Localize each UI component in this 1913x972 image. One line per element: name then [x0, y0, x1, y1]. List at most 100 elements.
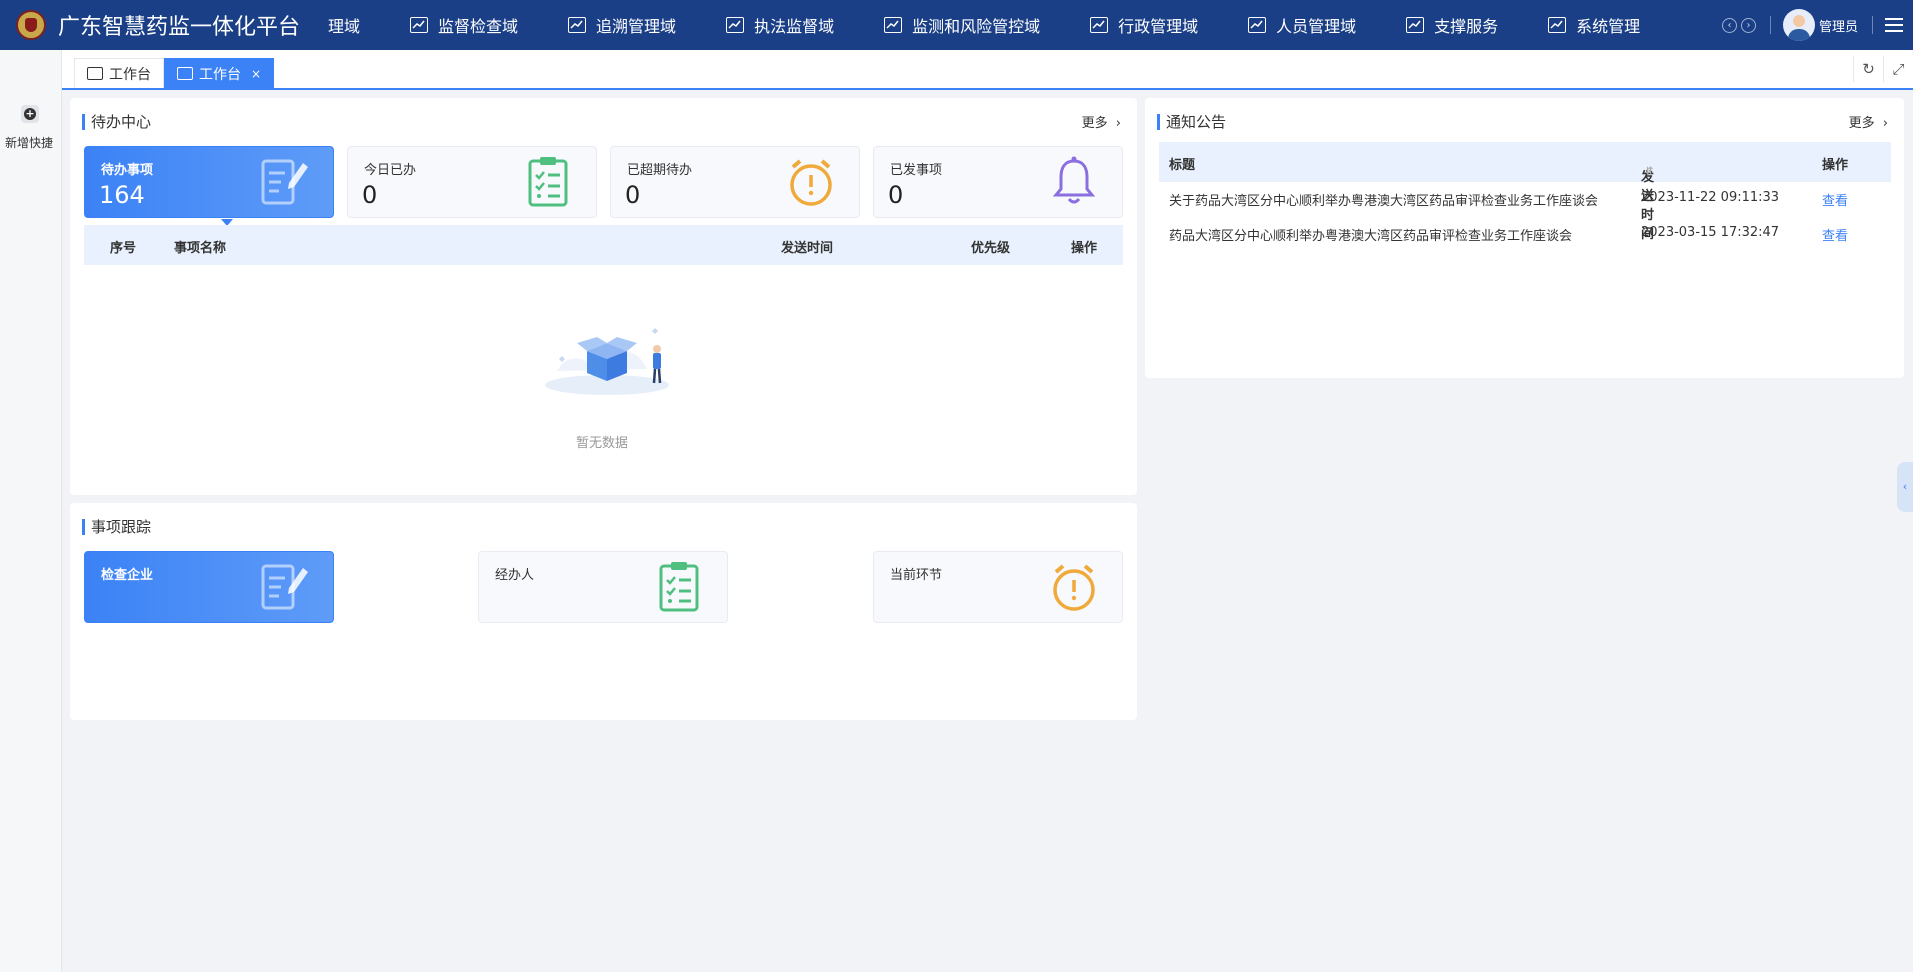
column-header: 操作 — [1071, 241, 1098, 256]
todo-center-panel: 待办中心 更多 › 待办事项 164 今日已办 0 已超期待办 0 已发事项 0… — [70, 98, 1137, 495]
stat-label: 已超期待办 — [627, 163, 693, 178]
stat-label: 已发事项 — [890, 163, 943, 178]
column-header: 优先级 — [971, 241, 1011, 256]
more-link[interactable]: 更多 › — [1849, 112, 1888, 131]
avatar[interactable] — [1782, 9, 1815, 41]
chevron-right-icon: › — [1882, 116, 1888, 131]
nav-item-risk-control[interactable]: 监测和风险管控域 — [884, 0, 1040, 50]
nav-item-system[interactable]: 系统管理 — [1548, 0, 1640, 50]
nav-item-label: 行政管理域 — [1118, 17, 1199, 36]
column-header: 操作 — [1822, 158, 1849, 173]
stat-card-sent[interactable]: 已发事项 0 — [873, 146, 1123, 218]
nav-item-personnel[interactable]: 人员管理域 — [1248, 0, 1356, 50]
track-card-current-step[interactable]: 当前环节 — [873, 551, 1123, 623]
nav-item-administration[interactable]: 行政管理域 — [1090, 0, 1198, 50]
page-tabs: 工作台 工作台 × ↻ ⤢ — [62, 50, 1913, 90]
view-link[interactable]: 查看 — [1822, 190, 1848, 209]
column-header: 序号 — [110, 241, 137, 256]
add-shortcut-button[interactable]: + — [21, 105, 39, 123]
notice-title[interactable]: 关于药品大湾区分中心顺利举办粤港澳大湾区药品审评检查业务工作座谈会 — [1169, 190, 1619, 209]
close-icon[interactable]: × — [251, 67, 261, 81]
stat-value: 164 — [99, 181, 145, 209]
clipboard-check-icon — [659, 562, 699, 612]
panel-title: 事项跟踪 — [82, 519, 151, 535]
side-panel-toggle-icon[interactable]: ‹ — [1897, 462, 1913, 512]
nav-item-label: 监督检查域 — [438, 17, 519, 36]
sort-icon[interactable]: ⇵ — [1645, 166, 1653, 177]
chart-icon — [177, 67, 193, 80]
shortcut-rail: + 新增快捷 — [0, 50, 62, 972]
nav-next-icon[interactable]: › — [1740, 17, 1756, 33]
chart-icon — [1548, 17, 1567, 33]
police-badge-logo — [16, 10, 46, 40]
nav-item-partial[interactable]: 理域 — [328, 0, 360, 50]
more-link[interactable]: 更多 › — [1082, 112, 1121, 131]
chart-icon — [1248, 17, 1267, 33]
alarm-clock-icon — [1053, 564, 1095, 611]
nav-item-support[interactable]: 支撑服务 — [1406, 0, 1498, 50]
top-nav: 理域 监督检查域 追溯管理域 执法监督域 监测和风险管控域 行政管理域 人员管理… — [328, 0, 1640, 50]
notice-time: 2023-03-15 17:32:47 — [1641, 225, 1780, 240]
track-label: 检查企业 — [101, 568, 154, 583]
nav-prev-icon[interactable]: ‹ — [1721, 17, 1737, 33]
chart-icon — [884, 17, 903, 33]
stat-card-overdue[interactable]: 已超期待办 0 — [610, 146, 860, 218]
app-title: 广东智慧药监一体化平台 — [58, 15, 301, 40]
nav-item-label: 系统管理 — [1576, 17, 1641, 36]
chevron-right-icon: › — [1115, 116, 1121, 131]
notice-title[interactable]: 药品大湾区分中心顺利举办粤港澳大湾区药品审评检查业务工作座谈会 — [1169, 225, 1619, 244]
divider — [1769, 16, 1771, 34]
plus-circle-icon: + — [24, 107, 36, 120]
hamburger-menu-icon[interactable] — [1885, 14, 1903, 36]
alarm-clock-icon — [790, 159, 832, 206]
column-header: 事项名称 — [174, 241, 227, 256]
add-shortcut-label[interactable]: 新增快捷 — [0, 134, 58, 151]
tab-workbench-active[interactable]: 工作台 × — [164, 58, 275, 88]
todo-table-header: 序号 事项名称 发送时间 优先级 操作 — [84, 225, 1123, 265]
track-label: 经办人 — [495, 568, 535, 583]
edit-document-icon — [261, 159, 308, 205]
notice-time: 2023-11-22 09:11:33 — [1641, 190, 1780, 205]
user-name[interactable]: 管理员 — [1819, 16, 1858, 35]
tab-tools: ↻ ⤢ — [1853, 56, 1913, 82]
stat-value: 0 — [888, 181, 904, 209]
clipboard-check-icon — [528, 157, 568, 207]
nav-item-label: 理域 — [328, 17, 361, 36]
table-row[interactable]: 药品大湾区分中心顺利举办粤港澳大湾区药品审评检查业务工作座谈会 2023-03-… — [1159, 225, 1891, 245]
stat-value: 0 — [625, 181, 641, 209]
track-card-handler[interactable]: 经办人 — [478, 551, 728, 623]
stat-value: 0 — [362, 181, 378, 209]
empty-box-illustration — [545, 328, 669, 395]
column-header: 发送时间 — [781, 241, 834, 256]
nav-item-traceability[interactable]: 追溯管理域 — [568, 0, 676, 50]
header-user-area: ‹ › 管理员 — [1721, 0, 1913, 50]
chart-icon — [726, 17, 745, 33]
nav-item-label: 监测和风险管控域 — [912, 17, 1041, 36]
notice-table-header: 标题 发送时间 ⇵ 操作 — [1159, 142, 1891, 242]
tab-workbench[interactable]: 工作台 — [74, 58, 164, 88]
nav-item-supervision[interactable]: 监督检查域 — [410, 0, 518, 50]
fullscreen-icon[interactable]: ⤢ — [1883, 56, 1913, 82]
table-row[interactable]: 关于药品大湾区分中心顺利举办粤港澳大湾区药品审评检查业务工作座谈会 2023-1… — [1159, 190, 1891, 210]
stat-card-pending[interactable]: 待办事项 164 — [84, 146, 334, 226]
nav-item-label: 追溯管理域 — [596, 17, 677, 36]
chart-icon — [1406, 17, 1425, 33]
empty-state-text: 暂无数据 — [576, 436, 629, 451]
tracking-panel: 事项跟踪 检查企业 经办人 当前环节 — [70, 503, 1137, 720]
column-header: 标题 — [1169, 158, 1196, 173]
panel-title: 通知公告 — [1157, 114, 1226, 130]
nav-item-label: 执法监督域 — [754, 17, 835, 36]
edit-document-icon — [261, 564, 308, 610]
nav-item-enforcement[interactable]: 执法监督域 — [726, 0, 834, 50]
track-card-company[interactable]: 检查企业 — [84, 551, 334, 623]
more-label: 更多 — [1081, 116, 1108, 131]
refresh-icon[interactable]: ↻ — [1853, 56, 1883, 82]
view-link[interactable]: 查看 — [1822, 225, 1848, 244]
tab-label: 工作台 — [109, 66, 151, 83]
notice-panel: 通知公告 更多 › 标题 发送时间 ⇵ 操作 关于药品大湾区分中心顺利举办粤港澳… — [1145, 98, 1904, 378]
stat-label: 待办事项 — [101, 163, 154, 178]
bell-icon — [1052, 156, 1096, 204]
stat-label: 今日已办 — [364, 163, 417, 178]
track-label: 当前环节 — [890, 568, 943, 583]
stat-card-done-today[interactable]: 今日已办 0 — [347, 146, 597, 218]
